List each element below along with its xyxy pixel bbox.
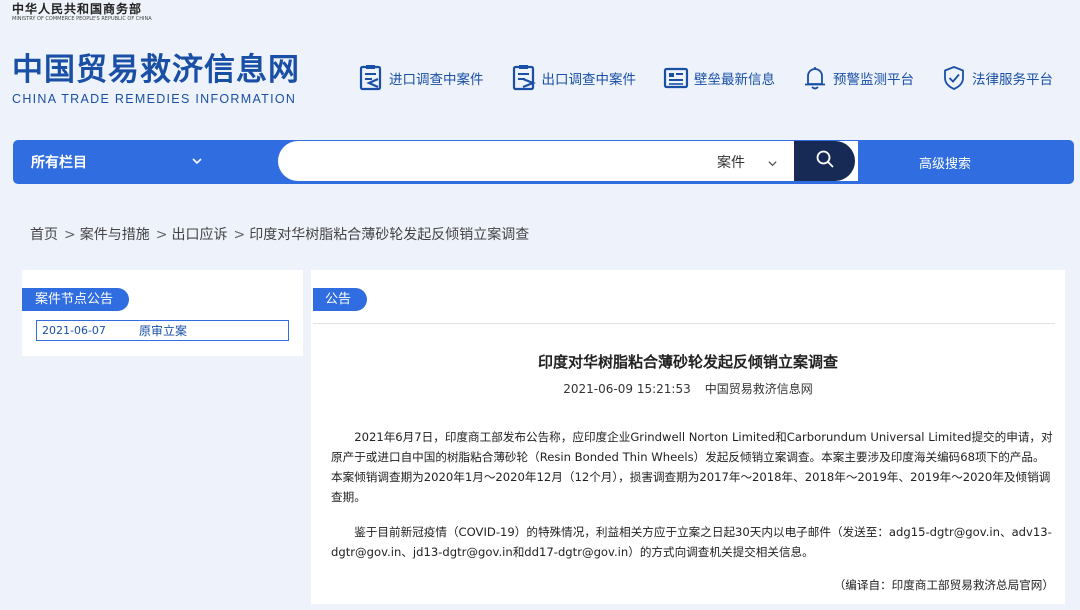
article-meta: 2021-06-09 15:21:53 中国贸易救济信息网 [311,380,1065,397]
site-title: 中国贸易救济信息网 [12,52,300,88]
section-divider [313,323,1055,324]
site-subtitle: CHINA TRADE REMEDIES INFORMATION [12,92,297,106]
case-notice-panel: 案件节点公告 2021-06-07 原审立案 [22,270,303,356]
article-panel: 公告 印度对华树脂粘合薄砂轮发起反倾销立案调查 2021-06-09 15:21… [311,270,1065,604]
import-document-icon [358,64,384,92]
article-paragraph: 2021年6月7日，印度商工部发布公告称，应印度企业Grindwell Nort… [331,430,1053,504]
article-source: 中国贸易救济信息网 [704,382,813,396]
breadcrumb: 首页 > 案件与措施 > 出口应诉 > 印度对华树脂粘合薄砂轮发起反倾销立案调查 [30,224,531,244]
nav-warning-platform-label: 预警监测平台 [833,72,914,88]
nav-barrier-news[interactable]: 壁垒最新信息 [663,64,775,92]
breadcrumb-home[interactable]: 首页 [30,227,58,243]
ministry-name-en: MINISTRY OF COMMERCE PEOPLE'S REPUBLIC O… [12,16,152,22]
article-footer: （编译自：印度商工部贸易救济总局官网） [833,578,1054,592]
news-list-icon [663,64,689,92]
breadcrumb-cases[interactable]: 案件与措施 [80,227,150,243]
search-button[interactable] [794,141,855,181]
case-notice-label: 原审立案 [139,324,188,338]
export-document-icon [511,64,537,92]
nav-legal-platform[interactable]: 法律服务平台 [941,64,1053,92]
site-logo[interactable]: 中国贸易救济信息网 CHINA TRADE REMEDIES INFORMATI… [12,52,300,106]
article-section-tag: 公告 [313,288,368,311]
nav-barrier-news-label: 壁垒最新信息 [694,72,775,88]
breadcrumb-current: 印度对华树脂粘合薄砂轮发起反倾销立案调查 [249,227,530,243]
ministry-logo[interactable]: 中华人民共和国商务部 MINISTRY OF COMMERCE PEOPLE'S… [12,2,152,23]
nav-import-cases-label: 进口调查中案件 [389,72,484,88]
nav-export-cases[interactable]: 出口调查中案件 [511,64,637,92]
search-icon [815,149,835,173]
nav-export-cases-label: 出口调查中案件 [541,72,637,88]
search-type-select[interactable]: 案件 [717,152,745,172]
nav-warning-platform[interactable]: 预警监测平台 [802,64,914,92]
breadcrumb-separator: > [64,227,76,243]
breadcrumb-separator: > [233,227,246,243]
article-body: 2021年6月7日，印度商工部发布公告称，应印度企业Grindwell Nort… [331,427,1054,610]
ministry-name: 中华人民共和国商务部 [12,2,143,16]
breadcrumb-separator: > [155,227,168,243]
search-bar: 所有栏目 案件 高级搜索 [13,140,1074,184]
chevron-down-icon[interactable] [191,152,203,171]
shield-check-icon [941,64,967,92]
case-notice-item[interactable]: 2021-06-07 原审立案 [36,320,289,341]
case-notice-title: 案件节点公告 [22,288,130,311]
nav-import-cases[interactable]: 进口调查中案件 [358,64,484,92]
article-paragraph: 鉴于目前新冠疫情（COVID-19）的特殊情况，利益相关方应于立案之日起30天内… [331,525,1052,559]
search-input[interactable] [298,141,702,181]
type-chevron-down-icon[interactable] [767,154,778,173]
breadcrumb-export[interactable]: 出口应诉 [171,227,227,243]
bell-icon [802,64,828,92]
article-datetime: 2021-06-09 15:21:53 [563,382,691,396]
advanced-search-link[interactable]: 高级搜索 [919,153,971,172]
case-notice-date: 2021-06-07 [42,324,106,337]
article-title: 印度对华树脂粘合薄砂轮发起反倾销立案调查 [537,353,838,371]
top-navigation: 进口调查中案件 出口调查中案件 壁垒最新信息 预警监测平台 法律服务平台 [358,64,1080,92]
category-select[interactable]: 所有栏目 [31,152,87,172]
nav-legal-platform-label: 法律服务平台 [972,72,1053,88]
